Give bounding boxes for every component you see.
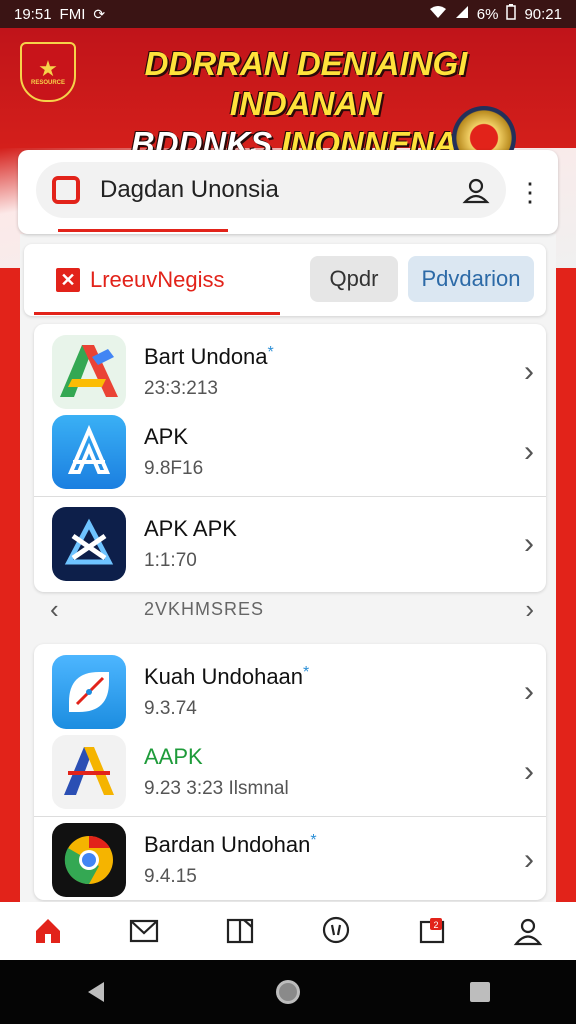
chevron-right-icon: › [524,355,534,388]
item-title: Kuah Undohaan [144,664,304,689]
compass-icon [52,655,126,729]
star-icon: ★ [38,56,58,81]
vector-icon [52,735,126,809]
list-item[interactable]: Kuah Undohaan* 9.3.74 › [34,652,546,732]
nav-profile-icon[interactable] [508,911,548,951]
filter-chip-1[interactable]: Qpdr [310,256,398,302]
item-title: APK APK [144,516,237,541]
android-studio-icon [52,335,126,409]
search-text: Dagdan Unonsia [100,176,279,203]
tab-active-label: LreeuvNegiss [90,267,225,292]
tab-underline [34,312,280,315]
chevron-right-icon[interactable]: › [525,594,534,625]
emblem-text: RESOURCE [30,80,65,86]
list-divider [34,816,546,817]
star-badge: * [267,344,274,361]
search-card: Dagdan Unonsia ⋮ [18,150,558,234]
more-menu-icon[interactable]: ⋮ [517,164,543,220]
home-circle-icon[interactable] [268,972,308,1012]
nav-home-icon[interactable] [28,911,68,951]
svg-text:2: 2 [433,920,438,930]
nav-notifications-icon[interactable]: 2 [412,911,452,951]
tabs-card: ✕ LreeuvNegiss Qpdr Pdvdarion [24,244,546,316]
system-nav-bar [0,960,576,1024]
item-subtitle: 1:1:70 [144,550,197,571]
wifi-icon [429,5,447,23]
nav-book-icon[interactable] [220,911,260,951]
list-item[interactable]: APK 9.8F16 › [34,412,546,492]
status-time-right: 90:21 [524,5,562,23]
close-icon: ✕ [56,268,80,292]
list-item[interactable]: Bardan Undohan* 9.4.15 › [34,820,546,900]
battery-level: 6% [476,5,499,23]
search-underline [58,229,228,232]
item-subtitle: 9.4.15 [144,866,197,887]
bottom-nav: 2 [0,902,576,960]
item-title: APK [144,424,189,449]
star-badge: * [310,832,317,849]
chevron-left-icon[interactable]: ‹ [50,594,59,625]
list-item[interactable]: AAPK 9.23 3:23 Ilsmnal › [34,732,546,812]
tab-active[interactable]: ✕ LreeuvNegiss [34,252,280,308]
status-bar: 19:51 FMI ⟳ 6% 90:21 [0,0,576,28]
item-subtitle: 23:3:213 [144,378,218,399]
filter-chip-2[interactable]: Pdvdarion [408,256,534,302]
item-title: Bardan Undohan [144,832,311,857]
app-list-2: Kuah Undohaan* 9.3.74 › AAPK 9.23 3:23 I… [34,644,546,900]
chevron-right-icon: › [524,755,534,788]
recents-icon[interactable] [460,972,500,1012]
chevron-right-icon: › [524,675,534,708]
status-carrier: FMI [59,5,86,23]
battery-icon [506,4,517,24]
list-item[interactable]: APK APK 1:1:70 › [34,504,546,584]
chevron-right-icon: › [524,527,534,560]
emblem-logo: ★ RESOURCE [20,42,76,102]
nav-mail-icon[interactable] [124,911,164,951]
item-title: AAPK [144,744,203,769]
list-item[interactable]: Bart Undona* 23:3:213 › [34,332,546,412]
back-icon[interactable] [76,972,116,1012]
list-divider [34,496,546,497]
search-bar[interactable]: Dagdan Unonsia [36,162,506,218]
status-time: 19:51 [14,5,52,23]
item-subtitle: 9.23 3:23 Ilsmnal [144,778,289,799]
sync-icon: ⟳ [93,5,106,22]
item-subtitle: 9.8F16 [144,458,204,479]
apk-x-icon [52,507,126,581]
chevron-right-icon: › [524,435,534,468]
star-badge: * [303,664,310,681]
item-title: Bart Undona [144,344,268,369]
app-logo-icon [52,176,80,204]
chrome-icon [52,823,126,897]
pager: ‹ 2VKHMSRES › [34,594,546,624]
app-store-icon [52,415,126,489]
pager-label: 2VKHMSRES [144,598,265,619]
app-list-1: Bart Undona* 23:3:213 › APK 9.8F16 › APK… [34,324,546,592]
profile-icon[interactable] [460,174,492,206]
banner-line-1: DDRRAN DENIAINGI INDANAN [144,45,468,122]
nav-feedback-icon[interactable] [316,911,356,951]
signal-icon [455,5,469,23]
chevron-right-icon: › [524,843,534,876]
item-subtitle: 9.3.74 [144,698,197,719]
